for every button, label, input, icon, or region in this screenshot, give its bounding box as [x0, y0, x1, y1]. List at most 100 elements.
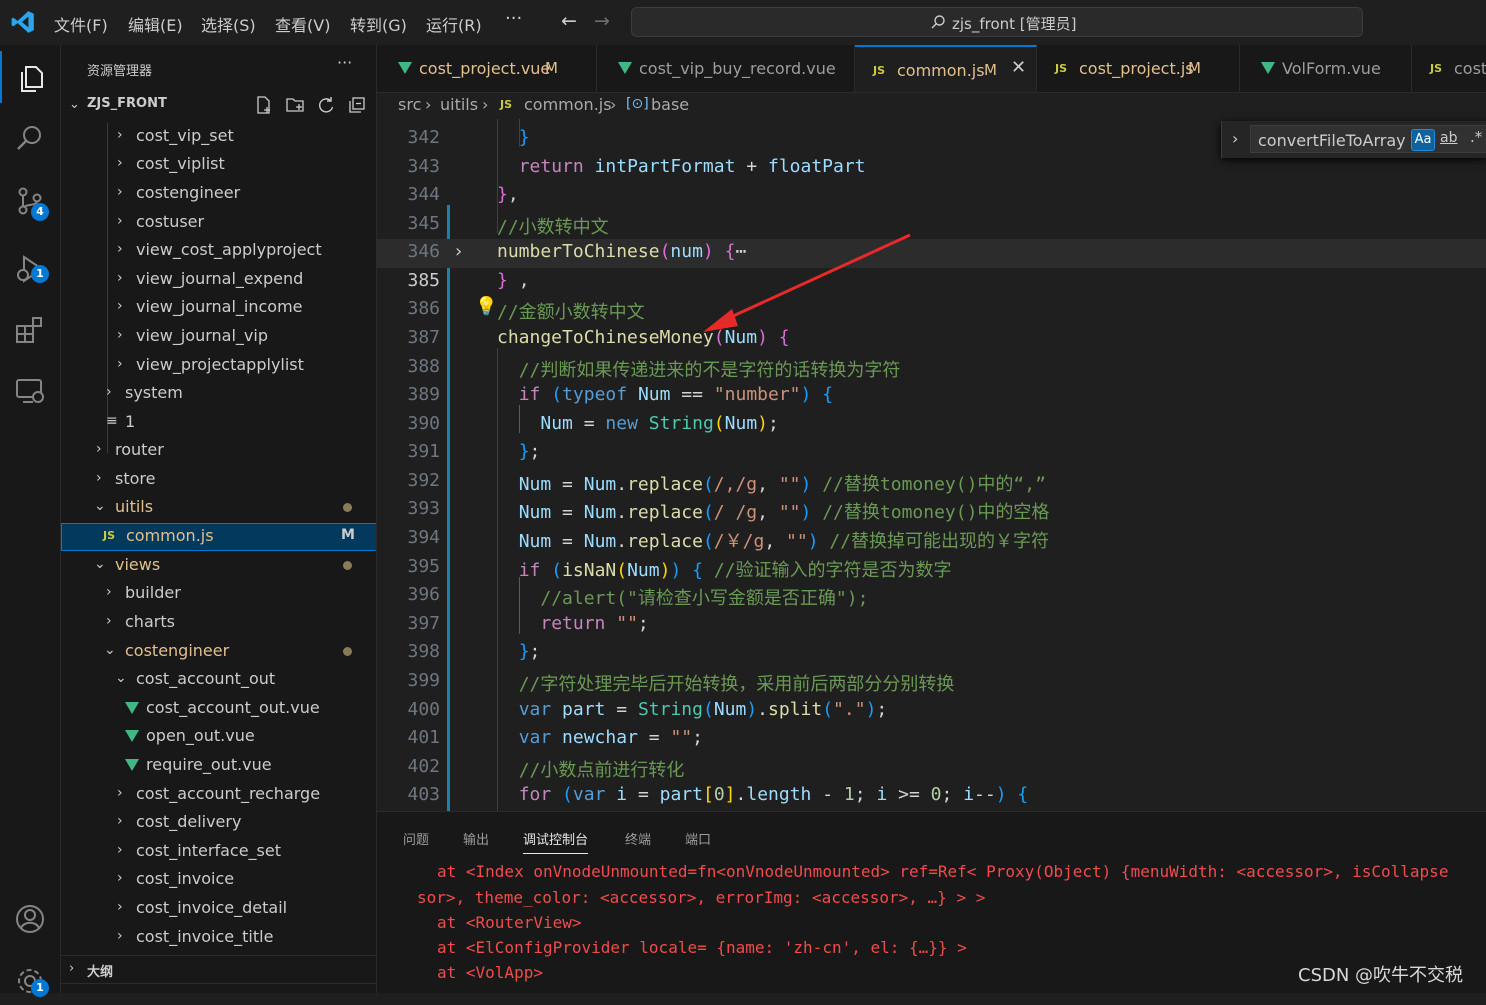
project-header[interactable]: ⌄ ZJS_FRONT [61, 93, 376, 117]
breadcrumb-symbol[interactable]: base [651, 95, 689, 114]
refresh-icon[interactable] [316, 95, 336, 115]
remote-explorer-activity[interactable] [0, 363, 61, 415]
collapse-all-icon[interactable] [347, 95, 367, 115]
tree-folder-cost-vip-set[interactable]: › cost_vip_set [61, 123, 376, 151]
search-activity[interactable] [0, 111, 61, 163]
tree-folder-cost-account-out[interactable]: ⌄ cost_account_out [61, 666, 376, 694]
tab-debug-console[interactable]: 调试控制台 [523, 829, 589, 854]
explorer-more-button[interactable]: ··· [337, 53, 352, 72]
tree-folder-system[interactable]: › system [61, 380, 376, 408]
source-control-activity[interactable]: 4 [0, 173, 61, 225]
tree-folder-uitils[interactable]: ⌄ uitils [61, 494, 376, 522]
tab-cost-vip-buy-record-vue[interactable]: cost_vip_buy_record.vue [597, 45, 855, 92]
timeline-section-header[interactable] [61, 983, 376, 993]
menu-run[interactable]: 运行(R) [426, 12, 482, 36]
code-line: 397 return ""; [407, 613, 649, 634]
vue-file-icon [618, 62, 632, 74]
line-number: 398 [407, 641, 440, 662]
explorer-activity[interactable] [0, 51, 61, 103]
tree-folder-view-journal-income[interactable]: › view_journal_income [61, 294, 376, 322]
tree-item-label: charts [125, 612, 175, 631]
menu-view[interactable]: 查看(V) [275, 12, 330, 36]
tree-folder-cost-invoice-title[interactable]: › cost_invoice_title [61, 924, 376, 952]
tree-file-require-out-vue[interactable]: require_out.vue [61, 752, 376, 780]
menu-file[interactable]: 文件(F) [54, 12, 108, 36]
tree-folder-view-projectapplylist[interactable]: › view_projectapplylist [61, 352, 376, 380]
new-file-icon[interactable] [254, 95, 274, 115]
breadcrumb-src[interactable]: src [398, 95, 421, 114]
line-number: 400 [407, 699, 440, 720]
tree-folder-charts[interactable]: › charts [61, 609, 376, 637]
tree-file-common-js[interactable]: JS common.js M [61, 523, 376, 551]
tab-output[interactable]: 输出 [463, 829, 489, 848]
breadcrumb-file[interactable]: common.js [524, 95, 612, 114]
tree-item-label: view_journal_income [136, 297, 303, 316]
command-center[interactable]: zjs_front [管理员] [631, 7, 1363, 37]
tab-cost-project-vue[interactable]: cost_project.vue M [377, 45, 597, 92]
menu-go[interactable]: 转到(G) [350, 12, 407, 36]
new-folder-icon[interactable] [285, 95, 305, 115]
close-icon[interactable]: ✕ [1011, 57, 1026, 78]
magnifier-icon [17, 126, 41, 150]
code-line: 398 }; [407, 641, 541, 662]
js-file-icon: JS [103, 529, 116, 542]
tree-folder-router[interactable]: › router [61, 437, 376, 465]
menu-selection[interactable]: 选择(S) [201, 12, 256, 36]
extensions-activity[interactable] [0, 301, 61, 353]
chevron-right-icon: › [69, 961, 75, 976]
tree-folder-views[interactable]: ⌄ views [61, 552, 376, 580]
code-line: 391 }; [407, 441, 541, 462]
tree-folder-cost-viplist[interactable]: › cost_viplist [61, 151, 376, 179]
match-whole-word-toggle[interactable]: ab [1440, 130, 1457, 146]
modified-dot [343, 503, 352, 512]
tree-folder-store[interactable]: › store [61, 466, 376, 494]
tree-folder-view-journal-vip[interactable]: › view_journal_vip [61, 323, 376, 351]
lightbulb-icon[interactable]: 💡 [475, 296, 497, 317]
forward-arrow-icon[interactable]: → [594, 10, 610, 32]
accounts-activity[interactable] [0, 891, 61, 943]
tree-file-1[interactable]: ≡ 1 [61, 409, 376, 437]
run-debug-activity[interactable]: 1 [0, 241, 61, 293]
tree-folder-view-cost-applyproject[interactable]: › view_cost_applyproject [61, 237, 376, 265]
tab-problems[interactable]: 问题 [403, 829, 429, 848]
text-file-icon: ≡ [106, 413, 118, 429]
tree-folder-builder[interactable]: › builder [61, 580, 376, 608]
tree-folder-cost-invoice[interactable]: › cost_invoice [61, 866, 376, 894]
toggle-replace-chevron-icon[interactable]: › [1232, 129, 1238, 148]
tab-terminal[interactable]: 终端 [625, 829, 651, 848]
fold-chevron-icon[interactable]: › [453, 241, 464, 262]
tree-file-cost-account-out-vue[interactable]: cost_account_out.vue [61, 695, 376, 723]
tree-folder-cost-invoice-detail[interactable]: › cost_invoice_detail [61, 895, 376, 923]
menu-edit[interactable]: 编辑(E) [128, 12, 183, 36]
line-number: 392 [407, 470, 440, 491]
tab-label: cost [1454, 59, 1486, 78]
tab-volform-vue[interactable]: VolForm.vue [1240, 45, 1412, 92]
breadcrumb-uitils[interactable]: uitils [440, 95, 478, 114]
tree-file-open-out-vue[interactable]: open_out.vue [61, 723, 376, 751]
use-regex-toggle[interactable]: .* [1470, 128, 1482, 146]
back-arrow-icon[interactable]: ← [561, 10, 577, 32]
tree-folder-cost-account-recharge[interactable]: › cost_account_recharge [61, 781, 376, 809]
match-case-toggle[interactable]: Aa [1411, 129, 1435, 151]
menu-more-button[interactable]: ··· [505, 8, 522, 29]
tree-folder-costengineer[interactable]: › costengineer [61, 180, 376, 208]
line-number: 393 [407, 498, 440, 519]
tab-ports[interactable]: 端口 [685, 829, 711, 848]
code-editor[interactable]: 342 } 343 return intPartFormat + floatPa… [377, 119, 1486, 811]
tree-folder-cost-interface-set[interactable]: › cost_interface_set [61, 838, 376, 866]
tab-cost-project-js[interactable]: JS cost_project.js M [1037, 45, 1240, 92]
tree-folder-costuser[interactable]: › costuser [61, 209, 376, 237]
tab-cost-js-partial[interactable]: JS cost [1412, 45, 1486, 92]
tree-folder-cost-delivery[interactable]: › cost_delivery [61, 809, 376, 837]
code-line: 345//小数转中文 [407, 213, 609, 238]
watermark-text: CSDN @吹牛不交税 [1298, 965, 1464, 986]
tree-folder-costengineer-open[interactable]: ⌄ costengineer [61, 638, 376, 666]
find-input[interactable]: convertFileToArray Aa ab .* [1250, 125, 1486, 153]
manage-activity[interactable]: 1 [0, 953, 61, 1005]
outline-section-header[interactable]: › 大纲 [61, 955, 376, 983]
tab-common-js[interactable]: JS common.js M ✕ [855, 45, 1037, 92]
tree-folder-view-journal-expend[interactable]: › view_journal_expend [61, 266, 376, 294]
line-number: 399 [407, 670, 440, 691]
chevron-right-icon: › [482, 95, 489, 114]
search-icon [931, 15, 945, 29]
